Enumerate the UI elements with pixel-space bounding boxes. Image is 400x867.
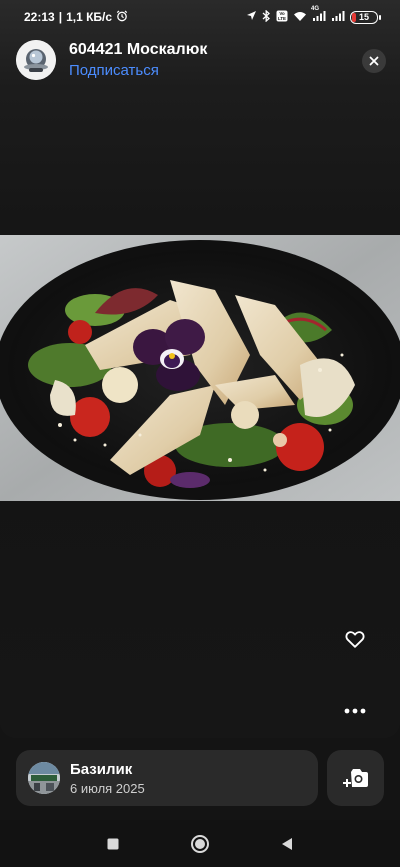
- place-info: Базилик 6 июля 2025: [70, 761, 145, 796]
- author-name[interactable]: 604421 Москалюк: [69, 41, 207, 59]
- heart-outline-icon: [345, 631, 365, 648]
- more-horizontal-icon: [344, 708, 366, 714]
- volte-icon: Vo LTE: [276, 10, 288, 25]
- more-button[interactable]: [344, 701, 366, 721]
- place-name: Базилик: [70, 760, 133, 778]
- status-time: 22:13: [24, 10, 55, 24]
- status-bar: 22:13 | 1,1 КБ/с Vo LTE 4G 15: [0, 0, 400, 34]
- back-button[interactable]: [275, 832, 299, 856]
- photo-viewer: 22:13 | 1,1 КБ/с Vo LTE 4G 15 604421 Мос…: [0, 0, 400, 738]
- status-right: Vo LTE 4G 15: [246, 6, 381, 25]
- wifi-icon: [293, 10, 307, 25]
- status-speed: 1,1 КБ/с: [66, 10, 113, 24]
- battery-percent: 15: [358, 11, 369, 22]
- recents-button[interactable]: [101, 832, 125, 856]
- author-info: 604421 Москалюк Подписаться: [69, 41, 207, 79]
- location-icon: [246, 10, 257, 24]
- signal-icon-2: [331, 10, 345, 25]
- battery-icon: 15: [350, 10, 381, 24]
- recents-icon: [107, 838, 119, 849]
- network-type: 4G: [311, 5, 320, 12]
- subscribe-link[interactable]: Подписаться: [69, 62, 207, 79]
- status-divider: |: [58, 10, 63, 24]
- svg-text:LTE: LTE: [278, 16, 286, 21]
- system-nav-bar: [0, 820, 400, 867]
- author-header: 604421 Москалюк Подписаться: [16, 40, 207, 80]
- home-button[interactable]: [188, 832, 212, 856]
- close-button[interactable]: [362, 49, 386, 73]
- avatar[interactable]: [16, 40, 56, 80]
- camera-plus-icon: [342, 769, 368, 787]
- salad-photo: [0, 235, 400, 501]
- place-card[interactable]: Базилик 6 июля 2025: [16, 750, 318, 806]
- close-icon: [369, 56, 379, 66]
- back-icon: [281, 837, 292, 850]
- photo-date: 6 июля 2025: [70, 780, 145, 796]
- alarm-icon: [116, 10, 128, 25]
- bluetooth-icon: [262, 9, 271, 25]
- home-icon: [190, 834, 209, 853]
- place-thumbnail: [28, 762, 60, 794]
- battery-level: [352, 12, 356, 22]
- status-left: 22:13 | 1,1 КБ/с: [24, 10, 128, 25]
- photo-viewer-screen: 22:13 | 1,1 КБ/с Vo LTE 4G 15 604421 Мос…: [0, 0, 400, 867]
- dish-photo[interactable]: [0, 235, 400, 501]
- signal-icon: 4G: [311, 6, 326, 25]
- like-button[interactable]: [344, 628, 366, 650]
- add-photo-button[interactable]: [327, 750, 384, 806]
